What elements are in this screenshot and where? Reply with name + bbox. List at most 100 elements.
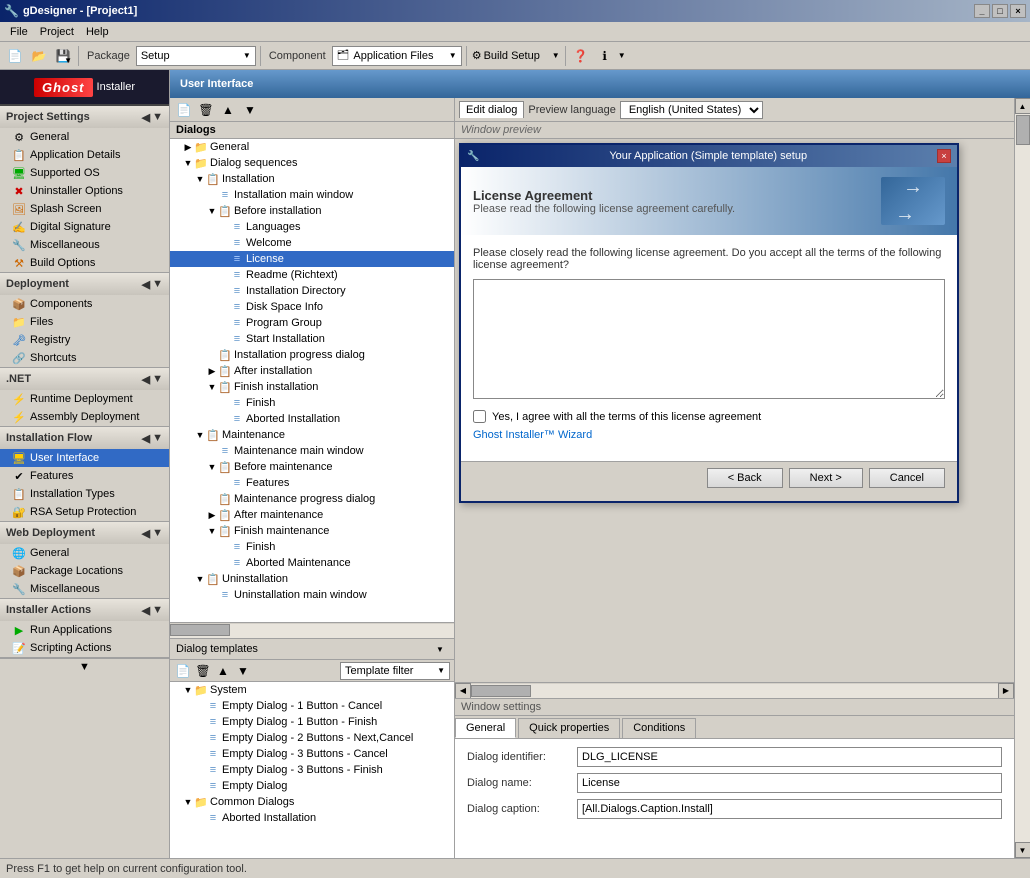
template-node-aborted-install[interactable]: ≡ Aborted Installation (170, 810, 454, 826)
tree-node-program-group[interactable]: ≡ Program Group (170, 315, 454, 331)
sidebar-item-shortcuts[interactable]: 🔗 Shortcuts (0, 349, 169, 367)
tree-node-maintenance[interactable]: ▼ 📋 Maintenance (170, 427, 454, 443)
appfiles-dropdown[interactable]: 🗂 Application Files ▼ (332, 46, 462, 66)
tmpl-btn-1[interactable]: 📄 (174, 662, 192, 680)
tree-scroll-thumb[interactable] (170, 624, 230, 636)
title-bar-controls[interactable]: _ □ × (974, 4, 1026, 18)
sidebar-item-runtime[interactable]: ⚡ Runtime Deployment (0, 390, 169, 408)
template-expand-btn[interactable]: ▼ (432, 641, 448, 657)
template-node-empty-1-finish[interactable]: ≡ Empty Dialog - 1 Button - Finish (170, 714, 454, 730)
window-preview-content[interactable]: 🔧 Your Application (Simple template) set… (455, 139, 1014, 682)
left-panel-scroll-down[interactable]: ▼ (0, 658, 169, 675)
tree-node-languages[interactable]: ≡ Languages (170, 219, 454, 235)
tree-node-before-install[interactable]: ▼ 📋 Before installation (170, 203, 454, 219)
wizard-link[interactable]: Ghost Installer™ Wizard (473, 429, 945, 441)
cancel-button[interactable]: Cancel (869, 468, 945, 488)
toggle[interactable]: ▼ (182, 157, 194, 169)
tree-node-start-install[interactable]: ≡ Start Installation (170, 331, 454, 347)
save-button[interactable]: 💾▼ (52, 45, 74, 67)
new-button[interactable]: 📄 (4, 45, 26, 67)
tab-general[interactable]: General (455, 718, 516, 738)
toggle[interactable]: ▼ (206, 525, 218, 537)
sidebar-item-install-types[interactable]: 📋 Installation Types (0, 485, 169, 503)
info-button[interactable]: ℹ (594, 45, 616, 67)
dlg-name-input[interactable] (577, 773, 1002, 793)
tree-btn-2[interactable]: 🗑 (196, 100, 216, 120)
tree-node-before-maint[interactable]: ▼ 📋 Before maintenance (170, 459, 454, 475)
sidebar-item-splash[interactable]: 🖼 Splash Screen (0, 200, 169, 218)
maximize-button[interactable]: □ (992, 4, 1008, 18)
sidebar-item-registry[interactable]: 🗝 Registry (0, 331, 169, 349)
setup-dropdown[interactable]: Setup ▼ (136, 46, 256, 66)
menu-file[interactable]: File (4, 24, 34, 40)
template-filter-dropdown[interactable]: Template filter ▼ (340, 662, 450, 680)
tree-node-license[interactable]: ≡ License (170, 251, 454, 267)
sidebar-item-supported-os[interactable]: 🖥 Supported OS (0, 164, 169, 182)
dlg-caption-input[interactable] (577, 799, 1002, 819)
toggle[interactable]: ▼ (182, 684, 194, 696)
sidebar-item-build[interactable]: ⚒ Build Options (0, 254, 169, 272)
template-node-empty[interactable]: ≡ Empty Dialog (170, 778, 454, 794)
toggle[interactable]: ▼ (206, 381, 218, 393)
tree-node-installation[interactable]: ▼ 📋 Installation (170, 171, 454, 187)
sidebar-item-ui[interactable]: 🖥 User Interface (0, 449, 169, 467)
tmpl-btn-3[interactable]: ▲ (214, 662, 232, 680)
next-button[interactable]: Next > (789, 468, 863, 488)
project-settings-header[interactable]: Project Settings ◀ ▼ (0, 106, 169, 128)
license-textarea[interactable] (473, 279, 945, 399)
sidebar-item-features[interactable]: ✔ Features (0, 467, 169, 485)
sidebar-item-web-misc[interactable]: 🔧 Miscellaneous (0, 580, 169, 598)
dialogs-tree[interactable]: ▶ 📁 General ▼ 📁 Dialog sequences (170, 139, 454, 622)
tree-node-finish-install[interactable]: ▼ 📋 Finish installation (170, 379, 454, 395)
template-node-empty-1-cancel[interactable]: ≡ Empty Dialog - 1 Button - Cancel (170, 698, 454, 714)
tree-btn-1[interactable]: 📄 (174, 100, 194, 120)
tmpl-btn-2[interactable]: 🗑 (194, 662, 212, 680)
sidebar-item-run-apps[interactable]: ▶ Run Applications (0, 621, 169, 639)
tree-node-aborted[interactable]: ≡ Aborted Installation (170, 411, 454, 427)
sidebar-item-uninstaller[interactable]: ✖ Uninstaller Options (0, 182, 169, 200)
tree-node-readme[interactable]: ≡ Readme (Richtext) (170, 267, 454, 283)
scroll-down-button[interactable]: ▼ (1015, 842, 1030, 858)
template-tree[interactable]: ▼ 📁 System ≡ Empty Dialog - 1 Button - C… (170, 682, 454, 858)
sidebar-item-app-details[interactable]: 📋 Application Details (0, 146, 169, 164)
toggle[interactable]: ▶ (206, 365, 218, 377)
minimize-button[interactable]: _ (974, 4, 990, 18)
toggle[interactable]: ▼ (206, 461, 218, 473)
scroll-up-button[interactable]: ▲ (1015, 98, 1030, 114)
tree-node-after-maint[interactable]: ▶ 📋 After maintenance (170, 507, 454, 523)
sidebar-item-assembly[interactable]: ⚡ Assembly Deployment (0, 408, 169, 426)
tree-node-finish[interactable]: ≡ Finish (170, 395, 454, 411)
install-flow-header[interactable]: Installation Flow ◀ ▼ (0, 427, 169, 449)
dlg-id-input[interactable] (577, 747, 1002, 767)
agree-checkbox[interactable] (473, 410, 486, 423)
tree-node-disk-space[interactable]: ≡ Disk Space Info (170, 299, 454, 315)
edit-dialog-tab[interactable]: Edit dialog (459, 101, 524, 118)
tree-node-dialog-sequences[interactable]: ▼ 📁 Dialog sequences (170, 155, 454, 171)
tree-node-maint-progress[interactable]: 📋 Maintenance progress dialog (170, 491, 454, 507)
sidebar-item-digital-sig[interactable]: ✍ Digital Signature (0, 218, 169, 236)
tmpl-btn-4[interactable]: ▼ (234, 662, 252, 680)
menu-project[interactable]: Project (34, 24, 80, 40)
tree-node-finish-maint-dlg[interactable]: ≡ Finish (170, 539, 454, 555)
back-button[interactable]: < Back (707, 468, 783, 488)
toggle[interactable]: ▼ (194, 173, 206, 185)
template-node-system[interactable]: ▼ 📁 System (170, 682, 454, 698)
sidebar-item-rsa[interactable]: 🔐 RSA Setup Protection (0, 503, 169, 521)
sidebar-item-scripting[interactable]: 📝 Scripting Actions (0, 639, 169, 657)
fake-window-close[interactable]: × (937, 149, 951, 163)
tab-quick-props[interactable]: Quick properties (518, 718, 620, 738)
build-setup-button[interactable]: ⚙ Build Setup ▼ (471, 45, 561, 67)
language-dropdown[interactable]: English (United States) (620, 101, 763, 119)
tree-node-finish-maint[interactable]: ▼ 📋 Finish maintenance (170, 523, 454, 539)
scroll-thumb-h[interactable] (471, 685, 531, 697)
web-deploy-header[interactable]: Web Deployment ◀ ▼ (0, 522, 169, 544)
sidebar-item-general[interactable]: ⚙ General (0, 128, 169, 146)
sidebar-item-misc[interactable]: 🔧 Miscellaneous (0, 236, 169, 254)
scroll-right-button[interactable]: ▶ (998, 683, 1014, 699)
toggle[interactable]: ▼ (194, 573, 206, 585)
template-node-empty-3-finish[interactable]: ≡ Empty Dialog - 3 Buttons - Finish (170, 762, 454, 778)
tree-node-aborted-maint[interactable]: ≡ Aborted Maintenance (170, 555, 454, 571)
template-node-common[interactable]: ▼ 📁 Common Dialogs (170, 794, 454, 810)
template-node-empty-3-cancel[interactable]: ≡ Empty Dialog - 3 Buttons - Cancel (170, 746, 454, 762)
tree-node-maint-main[interactable]: ≡ Maintenance main window (170, 443, 454, 459)
